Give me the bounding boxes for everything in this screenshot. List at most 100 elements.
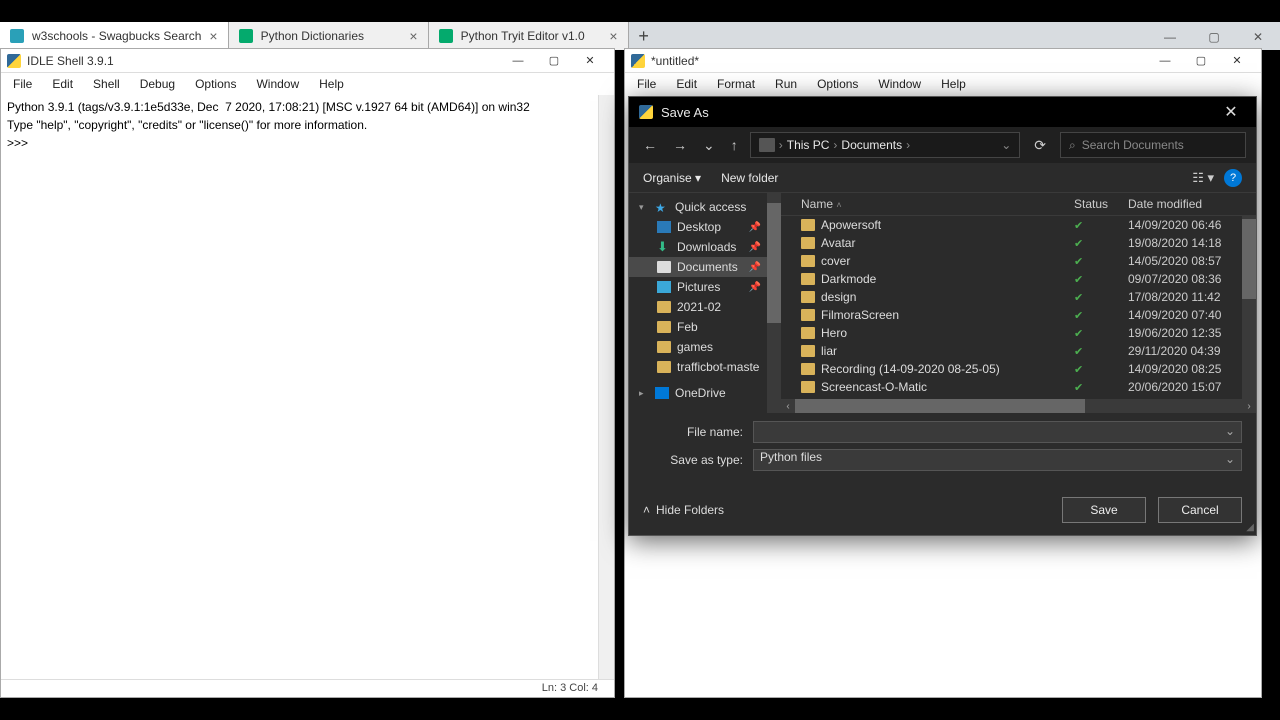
file-row[interactable]: Screencast-O-Matic✔20/06/2020 15:07 [781,378,1256,396]
menu-edit[interactable]: Edit [668,75,705,93]
scrollbar[interactable] [598,95,614,679]
tree-onedrive[interactable]: ▸ OneDrive [629,383,781,403]
tree-downloads[interactable]: ⬇Downloads📌 [629,237,781,257]
scrollbar-thumb[interactable] [767,203,781,323]
tree-folder[interactable]: games [629,337,781,357]
menu-help[interactable]: Help [933,75,974,93]
breadcrumb-item[interactable]: This PC [787,138,830,152]
menu-shell[interactable]: Shell [85,75,128,93]
editor-title-bar[interactable]: *untitled* — ▢ ✕ [625,49,1261,73]
sync-status-icon: ✔ [1074,309,1128,322]
browser-minimize-button[interactable]: — [1148,24,1192,50]
scrollbar-thumb[interactable] [795,399,1085,413]
tab-close-icon[interactable]: × [209,28,217,44]
menu-format[interactable]: Format [709,75,763,93]
close-button[interactable]: ✕ [572,50,608,72]
dialog-close-button[interactable]: ✕ [1216,102,1246,122]
list-hscrollbar[interactable]: ‹ › [781,399,1256,413]
menu-help[interactable]: Help [311,75,352,93]
file-row[interactable]: liar✔29/11/2020 04:39 [781,342,1256,360]
column-status[interactable]: Status [1074,197,1128,211]
chevron-down-icon[interactable]: ▾ [639,202,649,213]
minimize-button[interactable]: — [500,50,536,72]
list-vscrollbar[interactable] [1242,215,1256,399]
forward-button[interactable]: → [669,135,691,155]
browser-tab[interactable]: Python Dictionaries × [229,22,429,50]
file-row[interactable]: cover✔14/05/2020 08:57 [781,252,1256,270]
dialog-form: File name: Save as type: Python files [629,413,1256,489]
menu-run[interactable]: Run [767,75,805,93]
organise-button[interactable]: Organise ▾ [643,171,701,185]
folder-icon [657,341,671,353]
tree-folder[interactable]: 2021-02 [629,297,781,317]
browser-close-button[interactable]: ✕ [1236,24,1280,50]
tree-pictures[interactable]: Pictures📌 [629,277,781,297]
back-button[interactable]: ← [639,135,661,155]
idle-output[interactable]: Python 3.9.1 (tags/v3.9.1:1e5d33e, Dec 7… [1,95,614,679]
tree-folder[interactable]: trafficbot-maste [629,357,781,377]
folder-tree[interactable]: ▾ ★ Quick access Desktop📌 ⬇Downloads📌 Do… [629,193,781,413]
browser-tab[interactable]: w3schools - Swagbucks Search × [0,22,229,50]
menu-window[interactable]: Window [870,75,929,93]
file-name: cover [821,254,1074,268]
file-row[interactable]: Avatar✔19/08/2020 14:18 [781,234,1256,252]
tab-close-icon[interactable]: × [609,28,617,44]
close-button[interactable]: ✕ [1219,50,1255,72]
file-row[interactable]: Hero✔19/06/2020 12:35 [781,324,1256,342]
menu-window[interactable]: Window [248,75,307,93]
view-mode-button[interactable]: ☷ ▾ [1192,170,1214,186]
dialog-title-bar[interactable]: Save As ✕ [629,97,1256,127]
breadcrumb-item[interactable]: Documents [841,138,902,152]
new-folder-button[interactable]: New folder [721,171,778,185]
sync-status-icon: ✔ [1074,255,1128,268]
file-row[interactable]: design✔17/08/2020 11:42 [781,288,1256,306]
file-name-input[interactable] [753,421,1242,443]
scrollbar-thumb[interactable] [1242,219,1256,299]
list-header: Name ˄ Status Date modified [781,193,1256,216]
file-row[interactable]: Recording (14-09-2020 08-25-05)✔14/09/20… [781,360,1256,378]
tree-documents[interactable]: Documents📌 [629,257,781,277]
menu-file[interactable]: File [5,75,40,93]
menu-debug[interactable]: Debug [132,75,183,93]
tree-folder[interactable]: Feb [629,317,781,337]
menu-edit[interactable]: Edit [44,75,81,93]
save-type-select[interactable]: Python files [753,449,1242,471]
browser-window-controls: — ▢ ✕ [1148,24,1280,50]
browser-tab-bar: w3schools - Swagbucks Search × Python Di… [0,22,1280,50]
minimize-button[interactable]: — [1147,50,1183,72]
menu-options[interactable]: Options [809,75,866,93]
maximize-button[interactable]: ▢ [1183,50,1219,72]
menu-options[interactable]: Options [187,75,244,93]
shell-line: Python 3.9.1 (tags/v3.9.1:1e5d33e, Dec 7… [7,100,530,114]
breadcrumb[interactable]: › This PC › Documents › ⌄ [750,132,1021,158]
browser-tab[interactable]: Python Tryit Editor v1.0 × [429,22,629,50]
tab-close-icon[interactable]: × [409,28,417,44]
file-row[interactable]: Apowersoft✔14/09/2020 06:46 [781,216,1256,234]
tree-desktop[interactable]: Desktop📌 [629,217,781,237]
file-row[interactable]: FilmoraScreen✔14/09/2020 07:40 [781,306,1256,324]
tree-scrollbar[interactable] [767,193,781,413]
column-name[interactable]: Name ˄ [789,197,1074,211]
resize-grip-icon[interactable]: ◢ [1246,522,1254,533]
maximize-button[interactable]: ▢ [536,50,572,72]
browser-maximize-button[interactable]: ▢ [1192,24,1236,50]
search-input[interactable]: ⌕ Search Documents [1060,132,1246,158]
scroll-right-icon[interactable]: › [1242,399,1256,413]
breadcrumb-dropdown-icon[interactable]: ⌄ [1001,138,1011,152]
help-button[interactable]: ? [1224,169,1242,187]
chevron-right-icon[interactable]: ▸ [639,388,649,399]
file-row[interactable]: Darkmode✔09/07/2020 08:36 [781,270,1256,288]
new-tab-button[interactable]: + [629,22,659,50]
hide-folders-button[interactable]: ˄ Hide Folders [643,503,724,517]
recent-dropdown-icon[interactable]: ⌄ [699,135,719,156]
refresh-button[interactable]: ⟳ [1028,137,1052,154]
file-list-body[interactable]: Apowersoft✔14/09/2020 06:46Avatar✔19/08/… [781,216,1256,399]
menu-file[interactable]: File [629,75,664,93]
cancel-button[interactable]: Cancel [1158,497,1242,523]
save-button[interactable]: Save [1062,497,1146,523]
scroll-left-icon[interactable]: ‹ [781,399,795,413]
up-button[interactable]: ↑ [727,135,742,155]
idle-title-bar[interactable]: IDLE Shell 3.9.1 — ▢ ✕ [1,49,614,73]
tree-quick-access[interactable]: ▾ ★ Quick access [629,197,781,217]
column-date[interactable]: Date modified [1128,197,1248,211]
